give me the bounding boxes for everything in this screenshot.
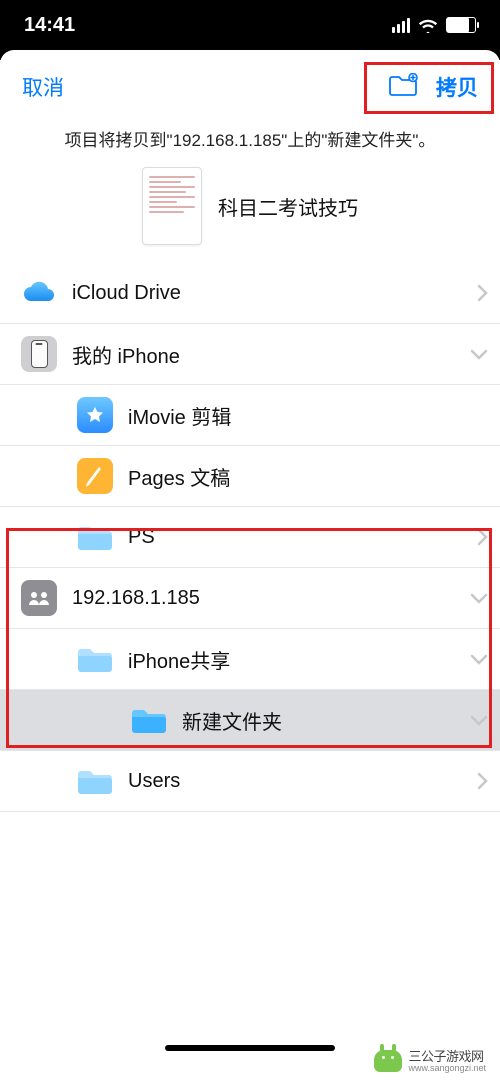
new-folder-icon [388, 73, 418, 97]
watermark-url: www.sangongzi.net [408, 1064, 486, 1073]
folder-iphone-share[interactable]: iPhone共享 [0, 629, 500, 690]
location-label: iCloud Drive [60, 282, 476, 305]
chevron-down-icon [470, 714, 488, 726]
pages-icon [77, 458, 113, 494]
iphone-icon [21, 336, 57, 372]
location-server[interactable]: 192.168.1.185 [0, 568, 500, 629]
chevron-down-icon [470, 348, 488, 360]
home-indicator [165, 1045, 335, 1051]
document-title: 科目二考试技巧 [218, 192, 358, 221]
folder-label: 新建文件夹 [170, 706, 470, 735]
folder-label: Users [116, 770, 476, 793]
sheet-subtitle: 项目将拷贝到"192.168.1.185"上的"新建文件夹"。 [0, 126, 500, 151]
wifi-icon [418, 18, 438, 33]
folder-imovie[interactable]: iMovie 剪辑 [0, 385, 500, 446]
watermark: 三公子游戏网 www.sangongzi.net [368, 1048, 492, 1075]
folder-pages[interactable]: Pages 文稿 [0, 446, 500, 507]
folder-icon [76, 522, 114, 552]
folder-label: Pages 文稿 [116, 462, 488, 491]
folder-label: iPhone共享 [116, 645, 470, 674]
location-label: 我的 iPhone [60, 340, 470, 369]
chevron-right-icon [476, 528, 488, 546]
folder-users[interactable]: Users [0, 751, 500, 812]
status-bar: 14:41 [0, 0, 500, 50]
folder-new-folder-selected[interactable]: 新建文件夹 [0, 690, 500, 751]
cellular-icon [392, 18, 410, 33]
new-folder-button[interactable] [388, 73, 418, 102]
copy-button[interactable]: 拷贝 [432, 70, 482, 104]
chevron-down-icon [470, 592, 488, 604]
watermark-name: 三公子游戏网 [408, 1050, 486, 1064]
chevron-down-icon [470, 653, 488, 665]
status-time: 14:41 [24, 14, 75, 37]
nav-bar: 取消 拷贝 [0, 50, 500, 116]
battery-icon [446, 17, 476, 33]
chevron-right-icon [476, 284, 488, 302]
document-preview: 科目二考试技巧 [0, 167, 500, 245]
icloud-icon [22, 281, 56, 305]
shared-server-icon [21, 580, 57, 616]
location-label: 192.168.1.185 [60, 587, 470, 610]
chevron-right-icon [476, 772, 488, 790]
folder-label: iMovie 剪辑 [116, 401, 488, 430]
cancel-button[interactable]: 取消 [18, 70, 68, 104]
folder-label: PS [116, 526, 476, 549]
status-icons [392, 17, 476, 33]
location-my-iphone[interactable]: 我的 iPhone [0, 324, 500, 385]
document-thumbnail-icon [142, 167, 202, 245]
watermark-logo-icon [374, 1050, 402, 1072]
location-list: iCloud Drive 我的 iPhone iMovie 剪辑 [0, 263, 500, 812]
folder-ps[interactable]: PS [0, 507, 500, 568]
location-icloud[interactable]: iCloud Drive [0, 263, 500, 324]
folder-icon [76, 644, 114, 674]
imovie-icon [77, 397, 113, 433]
folder-icon [76, 766, 114, 796]
copy-sheet: 取消 拷贝 项目将拷贝到"192.168.1.185"上的"新建文件夹"。 科目… [0, 50, 500, 1063]
folder-icon [130, 705, 168, 735]
